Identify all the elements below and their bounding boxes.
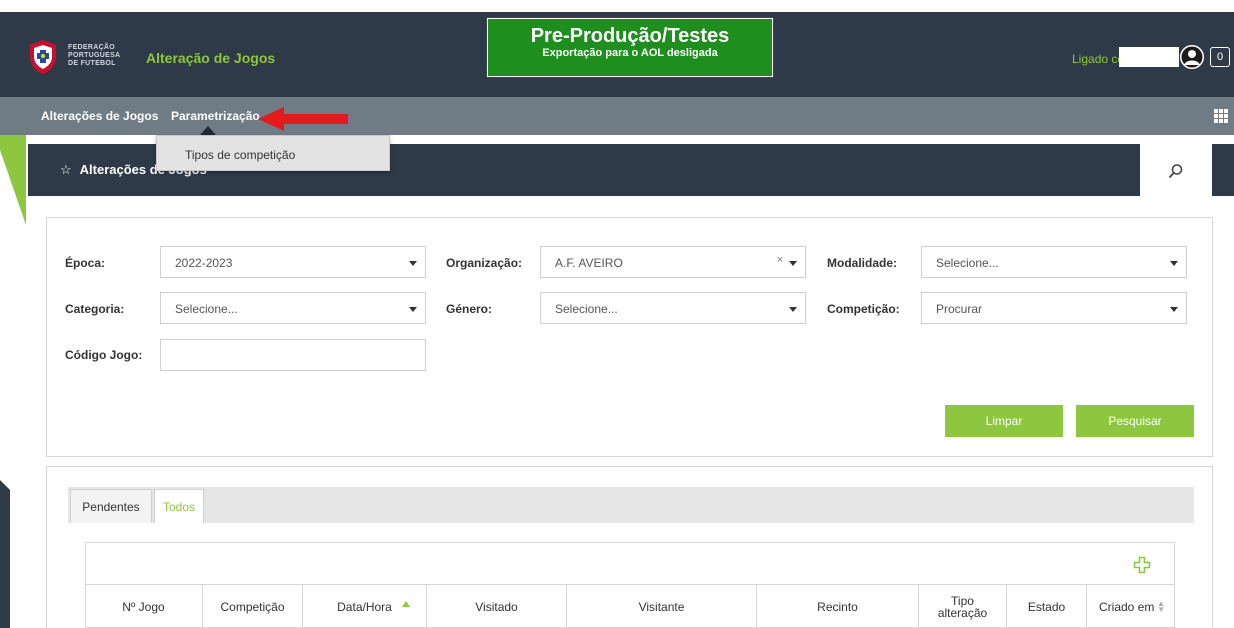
chevron-down-icon [1170,307,1178,312]
username-box [1119,47,1179,67]
organizacao-value: A.F. AVEIRO [555,256,623,270]
top-header: FEDERAÇÃO PORTUGUESA DE FUTEBOL Alteraçã… [0,0,1234,97]
nav-item-parametrizacao[interactable]: Parametrização [171,109,260,123]
modalidade-label: Modalidade: [827,256,898,270]
fpf-logo-icon [30,40,56,74]
tabs-bar: Pendentes Todos [68,487,1194,523]
epoca-label: Época: [65,256,106,270]
column-header-sortable[interactable]: Criado em ▲ ▼ [1087,585,1175,628]
dropdown-caret-icon [200,126,216,135]
column-label: Criado em [1099,600,1155,614]
column-header[interactable]: Competição [203,585,303,628]
modalidade-value: Selecione... [936,256,999,270]
competicao-value: Procurar [936,302,983,316]
sort-icon: ▲ ▼ [1157,599,1165,614]
organizacao-label: Organização: [446,256,523,270]
chevron-down-icon [409,307,417,312]
chevron-down-icon [789,307,797,312]
clear-icon[interactable]: × [777,254,783,266]
codigo-jogo-input[interactable] [160,339,426,371]
side-decoration [0,135,26,628]
column-header[interactable]: Recinto [757,585,919,628]
modalidade-select[interactable]: Selecione... [921,246,1187,278]
clear-button[interactable]: Limpar [945,405,1063,437]
column-header[interactable]: Visitante [567,585,757,628]
chevron-down-icon [409,261,417,266]
codigo-jogo-label: Código Jogo: [65,348,143,362]
tab-todos[interactable]: Todos [154,489,204,523]
org-name: FEDERAÇÃO PORTUGUESA DE FUTEBOL [68,44,121,67]
epoca-value: 2022-2023 [175,256,233,270]
app-title[interactable]: Alteração de Jogos [146,50,275,66]
column-header[interactable]: Tipo alteração [919,585,1007,628]
categoria-label: Categoria: [65,302,125,316]
table-header: Nº Jogo Competição Data/Hora Visitado Vi… [85,584,1175,628]
sort-ascending-icon [402,601,410,607]
annotation-arrow-icon [258,107,348,131]
column-header[interactable]: Estado [1007,585,1087,628]
search-icon [1168,164,1183,179]
header-search-button[interactable] [1140,144,1213,196]
competicao-select[interactable]: Procurar [921,292,1187,324]
organizacao-select[interactable]: A.F. AVEIRO × [540,246,806,278]
genero-label: Género: [446,302,493,316]
chevron-down-icon [1170,261,1178,266]
categoria-select[interactable]: Selecione... [160,292,426,324]
environment-subtitle: Exportação para o AOL desligada [542,47,718,59]
column-header[interactable]: Visitado [427,585,567,628]
genero-select[interactable]: Selecione... [540,292,806,324]
nav-item-alteracoes[interactable]: Alterações de Jogos [41,109,158,123]
header-edge [1213,144,1234,196]
main-nav: Alterações de Jogos Parametrização [0,97,1234,135]
chevron-down-icon [789,261,797,266]
competicao-label: Competição: [827,302,900,316]
tab-pendentes[interactable]: Pendentes [70,489,152,523]
column-label: Data/Hora [337,600,392,614]
star-icon[interactable]: ☆ [60,162,72,177]
environment-banner: Pre-Produção/Testes Exportação para o AO… [486,17,774,78]
notification-count[interactable]: 0 [1210,47,1230,67]
parametrizacao-dropdown: Tipos de competição [156,135,390,171]
menu-item-tipos-competicao[interactable]: Tipos de competição [185,148,295,162]
categoria-value: Selecione... [175,302,238,316]
apps-grid-icon[interactable] [1214,109,1228,123]
user-avatar-icon[interactable] [1180,45,1204,69]
genero-value: Selecione... [555,302,618,316]
environment-title: Pre-Produção/Testes [530,25,730,47]
column-header-sorted[interactable]: Data/Hora [303,585,427,628]
epoca-select[interactable]: 2022-2023 [160,246,426,278]
column-header[interactable]: Nº Jogo [85,585,203,628]
search-button[interactable]: Pesquisar [1076,405,1194,437]
plus-icon[interactable] [1133,556,1151,574]
